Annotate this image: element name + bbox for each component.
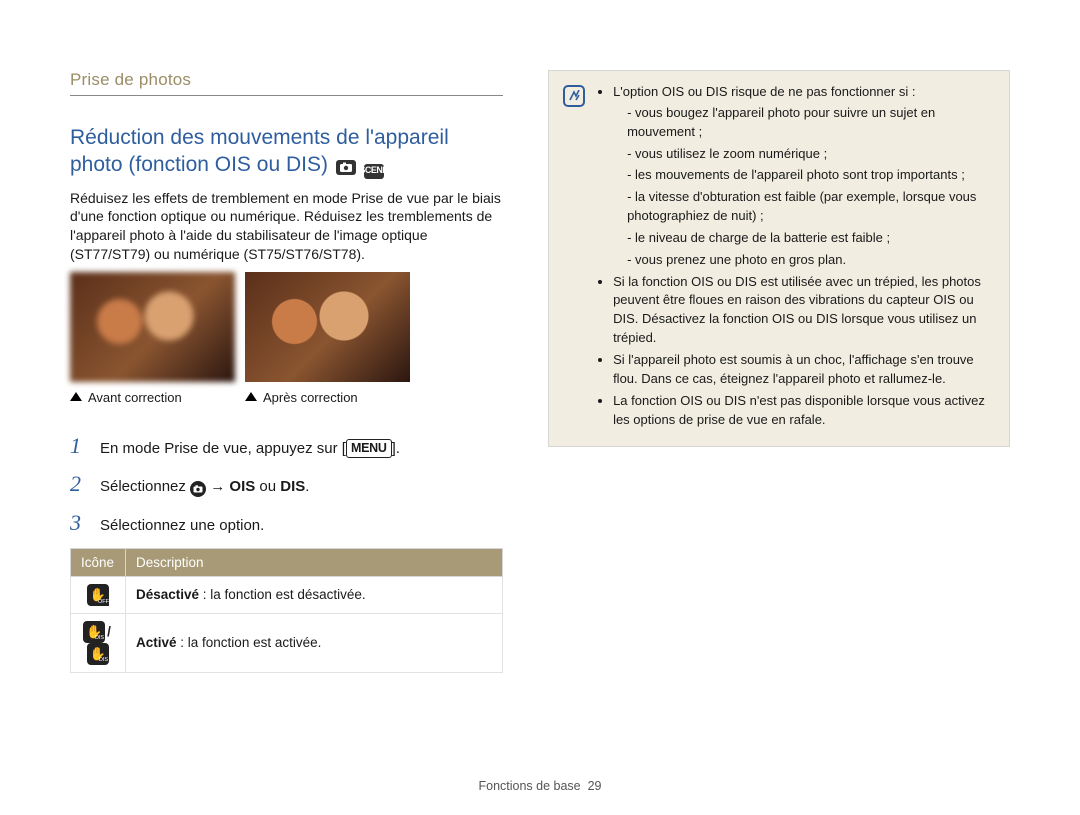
steps-list: 1 En mode Prise de vue, appuyez sur [MEN…	[70, 433, 503, 536]
table-row: ✋ Désactivé : la fonction est désactivée…	[71, 576, 503, 613]
note-sub-6: vous prenez une photo en gros plan.	[627, 251, 995, 270]
caption-after: Après correction	[245, 390, 410, 405]
thumb-after	[245, 272, 410, 382]
intro-paragraph: Réduisez les effets de tremblement en mo…	[70, 189, 503, 265]
triangle-icon	[245, 392, 257, 401]
note-bullet-1: L'option OIS ou DIS risque de ne pas fon…	[613, 83, 995, 270]
step-2-text: Sélectionnez → OIS ou DIS.	[100, 477, 309, 497]
options-table: Icône Description ✋ Désactivé : la fonct…	[70, 548, 503, 673]
icon-cell-off: ✋	[71, 576, 126, 613]
step-number-2: 2	[70, 471, 88, 497]
note-sub-2: vous utilisez le zoom numérique ;	[627, 145, 995, 164]
th-description: Description	[126, 548, 503, 576]
note-sub-1: vous bougez l'appareil photo pour suivre…	[627, 104, 995, 142]
desc-cell-on: Activé : la fonction est activée.	[126, 613, 503, 672]
scene-mode-icon: SCENE	[364, 164, 384, 179]
note-list: L'option OIS ou DIS risque de ne pas fon…	[597, 83, 995, 432]
note-bullet-2: Si la fonction OIS ou DIS est utilisée a…	[613, 273, 995, 348]
step-number-1: 1	[70, 433, 88, 459]
section-label: Prise de photos	[70, 70, 503, 90]
icon-cell-on: ✋/✋	[71, 613, 126, 672]
info-icon	[563, 85, 585, 107]
th-icon: Icône	[71, 548, 126, 576]
note-sub-4: la vitesse d'obturation est faible (par …	[627, 188, 995, 226]
note-sub-3: les mouvements de l'appareil photo sont …	[627, 166, 995, 185]
note-box: L'option OIS ou DIS risque de ne pas fon…	[548, 70, 1010, 447]
table-row: ✋/✋ Activé : la fonction est activée.	[71, 613, 503, 672]
camera-mode-icon	[336, 160, 356, 175]
stabilizer-ois-icon: ✋	[83, 621, 105, 643]
stabilizer-off-icon: ✋	[87, 584, 109, 606]
page-footer: Fonctions de base 29	[0, 779, 1080, 793]
caption-before: Avant correction	[70, 390, 235, 405]
triangle-icon	[70, 392, 82, 401]
note-bullet-4: La fonction OIS ou DIS n'est pas disponi…	[613, 392, 995, 430]
title-text: Réduction des mouvements de l'appareil p…	[70, 126, 449, 176]
page-title: Réduction des mouvements de l'appareil p…	[70, 124, 503, 181]
menu-key-icon: MENU	[346, 439, 392, 458]
step-number-3: 3	[70, 510, 88, 536]
divider	[70, 95, 503, 96]
thumb-before	[70, 272, 235, 382]
step-3-text: Sélectionnez une option.	[100, 516, 264, 536]
stabilizer-dis-icon: ✋	[87, 643, 109, 665]
camera-icon	[190, 481, 206, 497]
desc-cell-off: Désactivé : la fonction est désactivée.	[126, 576, 503, 613]
note-sub-5: le niveau de charge de la batterie est f…	[627, 229, 995, 248]
example-images	[70, 272, 503, 382]
note-bullet-3: Si l'appareil photo est soumis à un choc…	[613, 351, 995, 389]
step-1-text: En mode Prise de vue, appuyez sur [MENU]…	[100, 439, 400, 459]
